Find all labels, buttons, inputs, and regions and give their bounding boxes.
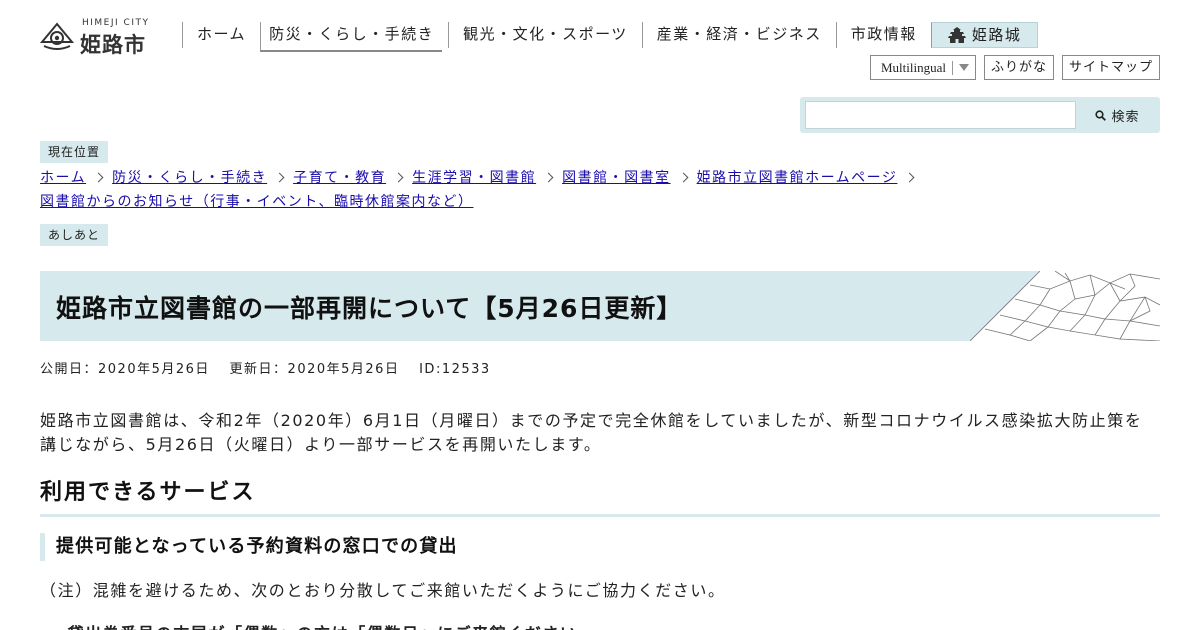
chevron-right-icon [678, 172, 689, 183]
breadcrumb-label: 現在位置 [40, 141, 109, 163]
chevron-right-icon [274, 172, 285, 183]
castle-icon [947, 27, 966, 43]
updated-date: 更新日：2020年5月26日 [229, 362, 400, 377]
published-date: 公開日：2020年5月26日 [40, 362, 210, 377]
breadcrumb-kosodate[interactable]: 子育て・教育 [293, 170, 386, 186]
article-id: ID:12533 [419, 362, 491, 377]
nav-sangyou[interactable]: 産業・経済・ビジネス [641, 22, 836, 48]
multilingual-select[interactable]: Multilingual [869, 55, 976, 80]
nav-himejijo[interactable]: 姫路城 [930, 22, 1039, 48]
select-divider [951, 60, 953, 75]
article-meta: 公開日：2020年5月26日 更新日：2020年5月26日 ID:12533 [40, 358, 505, 377]
list-item: ・貸出券番号の末尾が「偶数」の方は「偶数日」にご来館ください [50, 620, 578, 630]
chevron-right-icon [93, 172, 104, 183]
section-heading: 利用できるサービス [40, 474, 1160, 517]
breadcrumb-bousai[interactable]: 防災・くらし・手続き [112, 170, 267, 186]
breadcrumb-shougai[interactable]: 生涯学習・図書館 [412, 170, 536, 186]
page-title-band: 姫路市立図書館の一部再開について【5月26日更新】 [40, 271, 1160, 341]
search-box: 検索 [800, 97, 1160, 133]
logo-city-text: HIMEJI CITY [82, 18, 150, 28]
subsection-heading: 提供可能となっている予約資料の窓口での貸出 [40, 533, 1160, 561]
nav-shisei[interactable]: 市政情報 [835, 22, 931, 48]
search-icon [1095, 109, 1107, 121]
nav-bousai[interactable]: 防災・くらし・手続き [260, 22, 443, 52]
search-button-label: 検索 [1111, 109, 1140, 125]
breadcrumb-toshokan[interactable]: 図書館・図書室 [562, 170, 671, 186]
breadcrumb-library-home[interactable]: 姫路市立図書館ホームページ [697, 170, 898, 186]
multilingual-label: Multilingual [880, 60, 946, 75]
search-input[interactable] [805, 101, 1076, 129]
nav-himejijo-label: 姫路城 [971, 25, 1022, 44]
utility-links: Multilingual ふりがな サイトマップ [869, 55, 1160, 80]
nav-kankou[interactable]: 観光・文化・スポーツ [448, 22, 642, 48]
site-logo[interactable]: HIMEJI CITY 姫路市 [40, 18, 155, 57]
chevron-right-icon [393, 172, 404, 183]
breadcrumb-news[interactable]: 図書館からのお知らせ（行事・イベント、臨時休館案内など） [40, 194, 473, 210]
stone-wall-decoration [970, 271, 1160, 341]
nav-home[interactable]: ホーム [182, 22, 260, 48]
logo-name-text: 姫路市 [80, 33, 146, 57]
ashiato-label: あしあと [40, 224, 109, 246]
article-note: （注）混雑を避けるため、次のとおり分散してご来館いただくようにご協力ください。 [40, 581, 726, 600]
chevron-down-icon [958, 64, 969, 71]
search-button[interactable]: 検索 [1080, 101, 1155, 129]
himeji-logo-icon [40, 22, 74, 50]
global-nav: ホーム 防災・くらし・手続き 観光・文化・スポーツ 産業・経済・ビジネス 市政情… [182, 22, 1039, 52]
chevron-right-icon [543, 172, 554, 183]
chevron-right-icon [904, 172, 915, 183]
furigana-button[interactable]: ふりがな [983, 55, 1054, 80]
article-intro: 姫路市立図書館は、令和2年（2020年）6月1日（月曜日）までの予定で完全休館を… [40, 411, 1143, 454]
breadcrumb: ホーム 防災・くらし・手続き 子育て・教育 生涯学習・図書館 図書館・図書室 姫路市立図書… [40, 166, 1160, 214]
page-title: 姫路市立図書館の一部再開について【5月26日更新】 [56, 294, 683, 323]
sitemap-link[interactable]: サイトマップ [1061, 55, 1160, 80]
breadcrumb-home[interactable]: ホーム [40, 170, 86, 186]
